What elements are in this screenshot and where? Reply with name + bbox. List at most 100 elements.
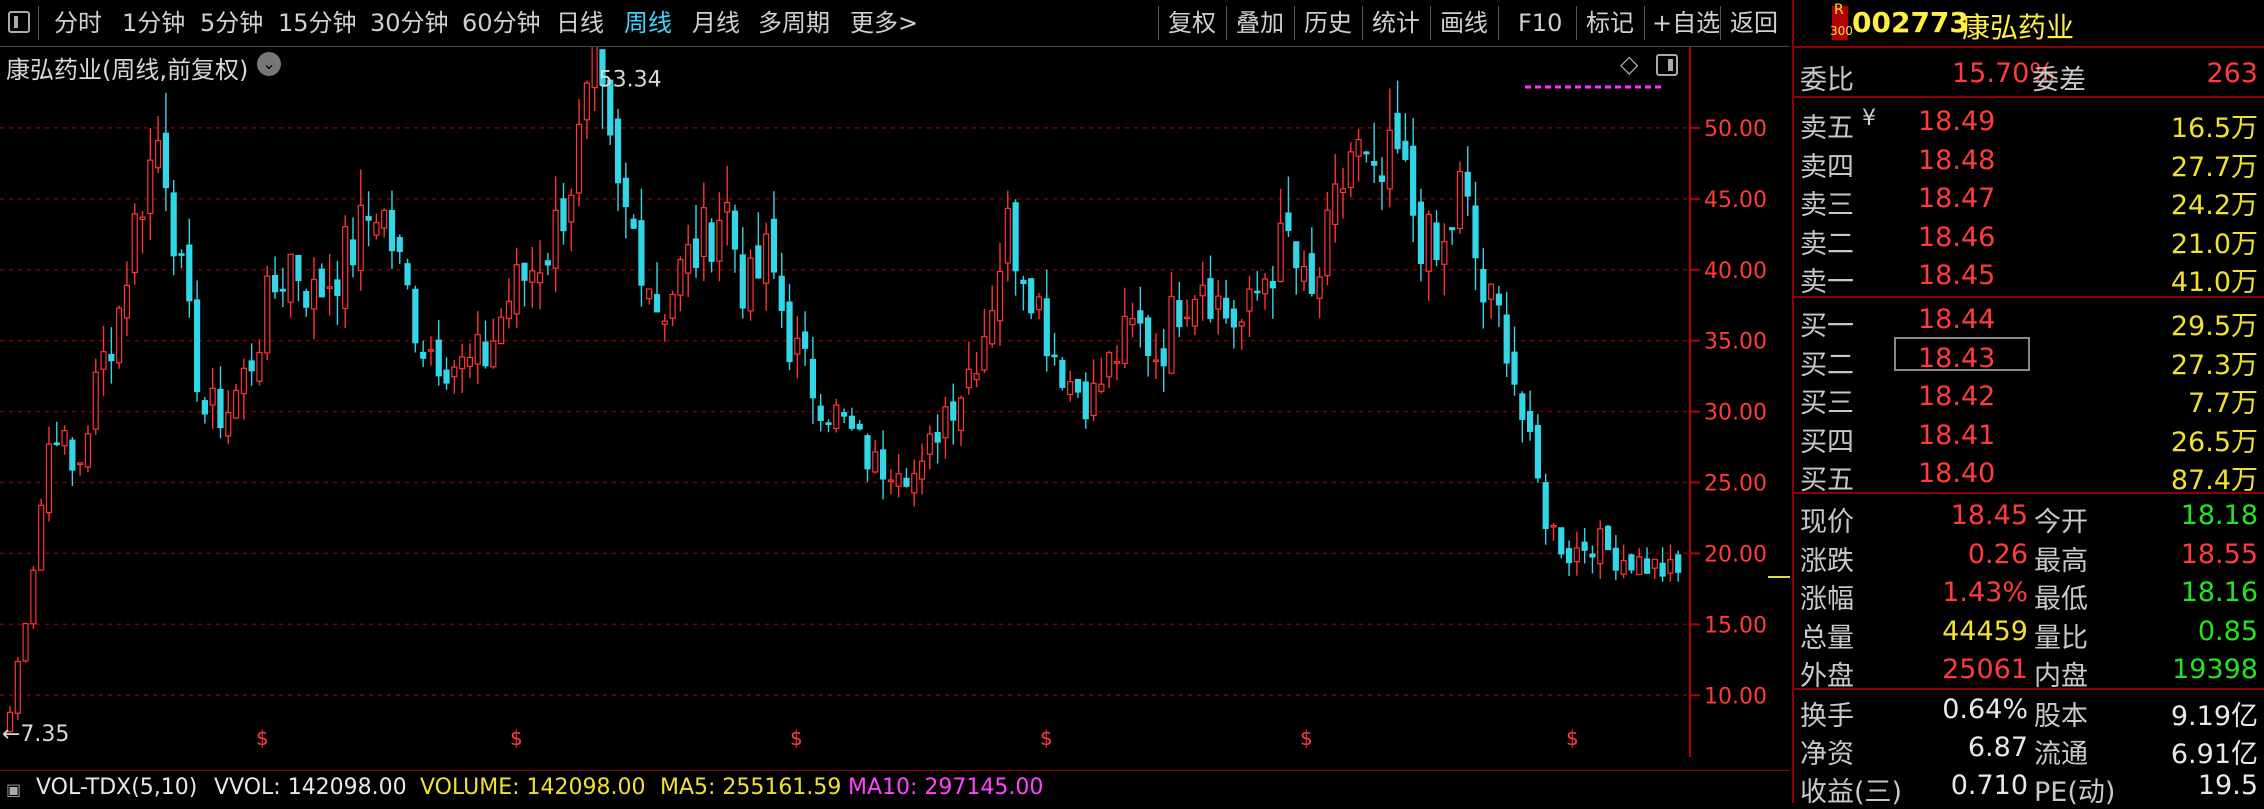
stat-label: 量比 bbox=[2034, 622, 2088, 654]
candle-body bbox=[1261, 278, 1269, 295]
candle-body bbox=[536, 272, 544, 284]
stat-value: 18.45 bbox=[1950, 500, 2028, 531]
overlay-button[interactable]: 叠加 bbox=[1236, 6, 1284, 40]
candle-body bbox=[685, 244, 692, 274]
tab-5min[interactable]: 5分钟 bbox=[200, 6, 263, 40]
draw-line-button[interactable]: 画线 bbox=[1440, 6, 1488, 40]
volume-indicator-bar: ▣ VOL-TDX(5,10) VVOL: 142098.00 VOLUME: … bbox=[0, 770, 1790, 804]
fundamental-row: 换手 0.64% 股本 9.19亿 bbox=[1794, 692, 2264, 732]
candle-body bbox=[848, 415, 855, 429]
level-volume: 29.5万 bbox=[2170, 311, 2258, 342]
tab-multi-period[interactable]: 多周期 bbox=[758, 6, 830, 40]
candle-body bbox=[1051, 354, 1058, 358]
candle-body bbox=[287, 253, 294, 303]
f10-button[interactable]: F10 bbox=[1518, 6, 1562, 40]
toolbar-divider bbox=[1430, 6, 1431, 40]
high-price-label: 53.34 bbox=[599, 68, 662, 93]
candle-body bbox=[1659, 562, 1666, 577]
stat-value: 6.91亿 bbox=[2170, 739, 2258, 770]
mark-button[interactable]: 标记 bbox=[1586, 6, 1634, 40]
candle-body bbox=[1238, 321, 1245, 327]
candle-body bbox=[178, 253, 185, 256]
split-marker: $ bbox=[510, 726, 523, 750]
stat-label: PE(动) bbox=[2034, 777, 2116, 808]
tab-fenshi[interactable]: 分时 bbox=[54, 6, 102, 40]
candle-body bbox=[989, 310, 996, 345]
fuquan-button[interactable]: 复权 bbox=[1168, 6, 1216, 40]
candle-body bbox=[841, 412, 848, 417]
candle-body bbox=[950, 401, 957, 421]
tab-30min[interactable]: 30分钟 bbox=[370, 6, 449, 40]
toolbar-divider bbox=[1576, 6, 1577, 40]
candle-body bbox=[310, 278, 318, 310]
history-button[interactable]: 历史 bbox=[1304, 6, 1352, 40]
candle-body bbox=[1480, 268, 1487, 303]
split-marker: $ bbox=[1300, 726, 1313, 750]
candle-body bbox=[1573, 547, 1580, 563]
candle-body bbox=[334, 279, 341, 296]
tab-60min[interactable]: 60分钟 bbox=[462, 6, 541, 40]
candle-body bbox=[1488, 283, 1495, 300]
toolbar-divider bbox=[1226, 6, 1227, 40]
quote-stat-row: 涨跌 0.26 最高 18.55 bbox=[1794, 537, 2264, 577]
axis-tick-label: 45.00 bbox=[1704, 188, 1767, 213]
candle-body bbox=[1628, 554, 1635, 571]
vol-indicator-name[interactable]: VOL-TDX(5,10) bbox=[36, 773, 197, 803]
candle-body bbox=[739, 254, 746, 309]
quote-stat-row: 现价 18.45 今开 18.18 bbox=[1794, 498, 2264, 538]
toolbar-divider bbox=[38, 6, 39, 40]
tab-1min[interactable]: 1分钟 bbox=[122, 6, 185, 40]
buy-level-row: 买三 18.42 7.7万 bbox=[1794, 379, 2264, 419]
candle-body bbox=[45, 443, 53, 514]
candle-body bbox=[1636, 556, 1643, 576]
candle-body bbox=[201, 400, 208, 415]
kline-chart[interactable]: 10.00 15.00 20.00 25.00 30.00 35.00 40.00 45.00… bbox=[0, 47, 1790, 757]
candle-body bbox=[61, 430, 68, 447]
candle-body bbox=[1604, 525, 1612, 551]
candle-body bbox=[1020, 279, 1027, 285]
tab-monthly[interactable]: 月线 bbox=[692, 6, 740, 40]
quote-stat-row: 总量 44459 量比 0.85 bbox=[1794, 614, 2264, 654]
candle-body bbox=[1043, 298, 1050, 357]
candle-body bbox=[903, 477, 910, 487]
candle-body bbox=[568, 194, 575, 223]
candle-body bbox=[1339, 188, 1347, 194]
candle-body bbox=[1059, 359, 1066, 388]
candle-body bbox=[1589, 553, 1596, 558]
yen-icon: ¥ bbox=[1862, 106, 1876, 131]
candle-body bbox=[1129, 318, 1136, 326]
candle-body bbox=[443, 369, 450, 384]
candle-body bbox=[513, 264, 520, 315]
tab-15min[interactable]: 15分钟 bbox=[278, 6, 357, 40]
candle-body bbox=[809, 358, 817, 399]
badge-top: R bbox=[1834, 2, 1844, 18]
add-watchlist-button[interactable]: +自选 bbox=[1652, 6, 1720, 40]
level-volume: 24.2万 bbox=[2170, 190, 2258, 221]
candle-body bbox=[1191, 298, 1198, 327]
tab-daily[interactable]: 日线 bbox=[556, 6, 604, 40]
tab-more[interactable]: 更多> bbox=[850, 6, 918, 40]
level-price: 18.48 bbox=[1918, 144, 1996, 176]
fundamental-row: 净资 6.87 流通 6.91亿 bbox=[1794, 730, 2264, 770]
candle-body bbox=[1106, 352, 1113, 378]
candle-body bbox=[1183, 316, 1191, 320]
candle-body bbox=[404, 263, 411, 286]
stat-value: 9.19亿 bbox=[2170, 701, 2258, 732]
level-label: 买二 bbox=[1800, 349, 1854, 381]
candle-body bbox=[100, 351, 107, 370]
back-button[interactable]: 返回 bbox=[1730, 6, 1778, 40]
tab-weekly[interactable]: 周线 bbox=[624, 6, 672, 40]
candle-body bbox=[895, 473, 902, 487]
level-price: 18.46 bbox=[1918, 221, 1996, 253]
stat-label: 最高 bbox=[2034, 545, 2088, 577]
candle-body bbox=[1534, 424, 1541, 479]
candle-body bbox=[575, 123, 583, 194]
statistics-button[interactable]: 统计 bbox=[1372, 6, 1420, 40]
split-marker: $ bbox=[790, 726, 803, 750]
window-toggle-icon[interactable] bbox=[8, 11, 30, 33]
stat-label: 流通 bbox=[2034, 739, 2088, 770]
level-volume: 27.3万 bbox=[2170, 349, 2258, 381]
axis-tick-label: 10.00 bbox=[1704, 684, 1767, 709]
candle-body bbox=[240, 367, 247, 395]
split-markers: $ $ $ $ $ $ bbox=[256, 726, 1579, 750]
